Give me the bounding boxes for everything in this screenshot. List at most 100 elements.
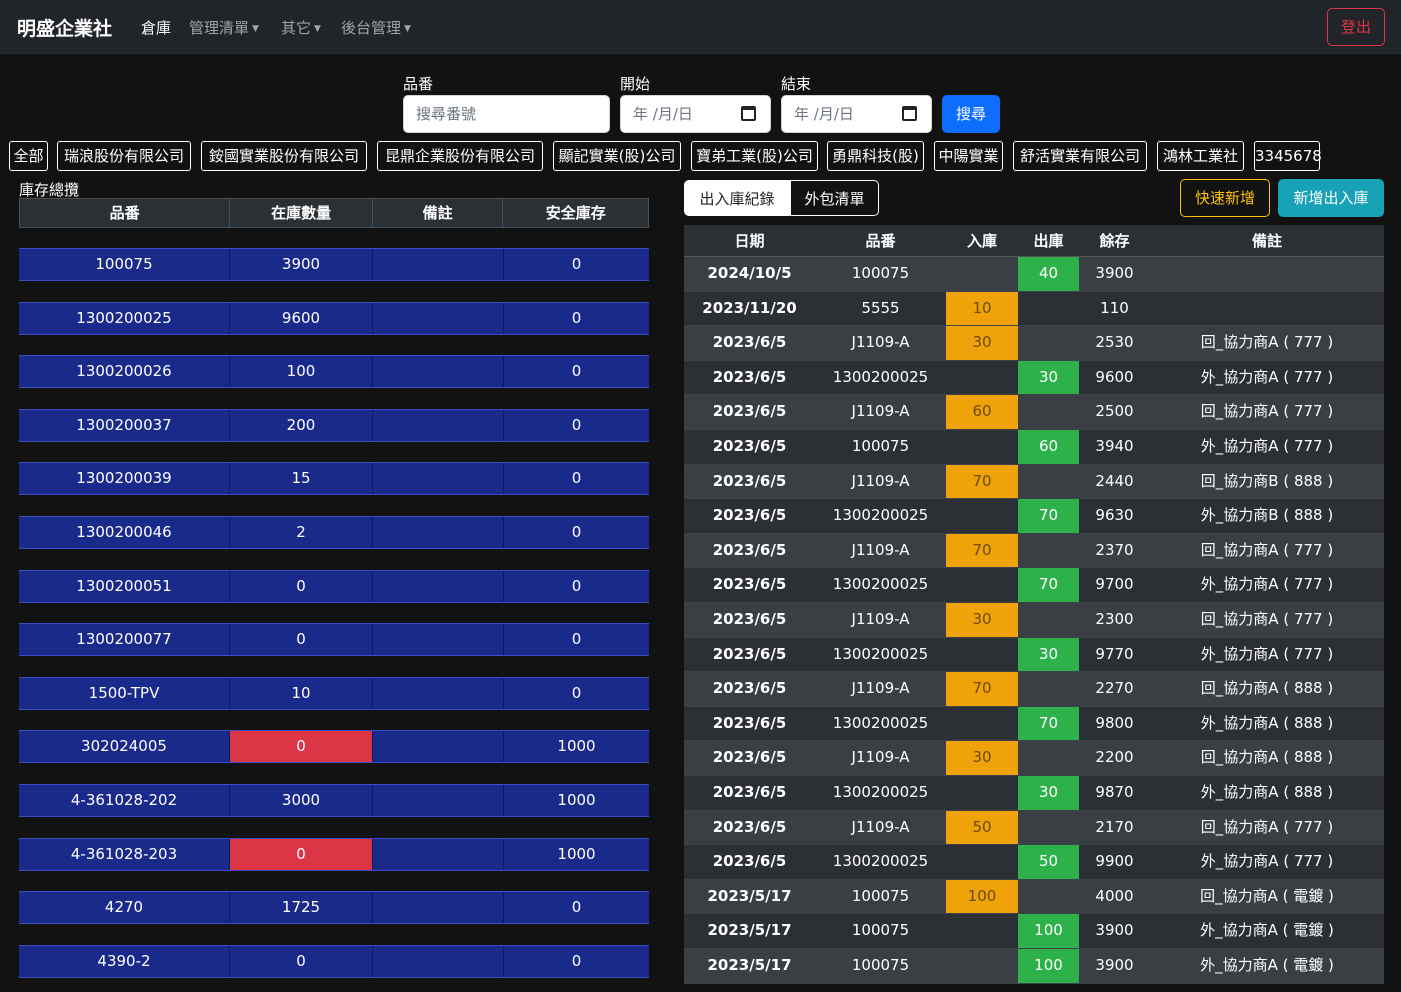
- quantity-cell: 9600: [230, 302, 373, 334]
- table-row[interactable]: 302024005 0 1000: [19, 730, 649, 764]
- table-row[interactable]: 2023/6/5 1300200025 30 9770 外_協力商A ( 777 ): [684, 637, 1384, 673]
- balance-cell: 2500: [1095, 402, 1134, 421]
- tab-io-records[interactable]: 出入庫紀錄: [684, 180, 790, 216]
- note-cell: [373, 302, 504, 334]
- company-chip[interactable]: 銨國實業股份有限公司: [201, 141, 367, 171]
- part-cell: 1300200025: [832, 713, 929, 732]
- table-row[interactable]: 2023/6/5 J1109-A 70 2440 回_協力商B ( 888 ): [684, 464, 1384, 500]
- table-row[interactable]: 2023/6/5 J1109-A 50 2170 回_協力商A ( 777 ): [684, 810, 1384, 846]
- table-row[interactable]: 1300200077 0 0: [19, 623, 649, 657]
- tab-outsourcing-list[interactable]: 外包清單: [790, 180, 879, 216]
- table-row[interactable]: 4270 1725 0: [19, 891, 649, 925]
- table-row[interactable]: 4-361028-203 0 1000: [19, 837, 649, 871]
- table-row[interactable]: 1300200051 0 0: [19, 569, 649, 603]
- table-row[interactable]: 2023/6/5 100075 60 3940 外_協力商A ( 777 ): [684, 430, 1384, 465]
- quantity-cell: 10: [230, 677, 373, 709]
- chevron-down-icon: ▼: [404, 24, 411, 34]
- nav-admin[interactable]: 後台管理 ▼: [341, 17, 411, 38]
- table-row[interactable]: 1300200025 9600 0: [19, 301, 649, 335]
- quantity-cell: 0: [230, 945, 373, 977]
- search-button[interactable]: 搜尋: [942, 95, 1000, 133]
- table-row[interactable]: 2024/10/5 100075 40 3900: [684, 257, 1384, 292]
- note-cell: 回_協力商A ( 電鍍 ): [1200, 886, 1334, 905]
- note-cell: 外_協力商A ( 電鍍 ): [1200, 956, 1334, 974]
- part-cell: J1109-A: [851, 540, 910, 559]
- company-chip[interactable]: 3345678: [1254, 141, 1322, 171]
- company-chip[interactable]: 勇鼎科技(股): [827, 141, 924, 171]
- end-date-input[interactable]: 年 /月/日: [781, 95, 932, 133]
- quantity-cell: 3000: [230, 785, 373, 816]
- table-row[interactable]: 1300200037 200 0: [19, 408, 649, 442]
- part-search-input[interactable]: 搜尋番號: [403, 95, 610, 133]
- top-navbar: 明盛企業社 倉庫 管理清單 ▼ 其它 ▼ 後台管理 ▼ 登出: [0, 0, 1401, 54]
- table-row[interactable]: 1500-TPV 10 0: [19, 676, 649, 710]
- safety-stock-cell: 0: [504, 249, 649, 280]
- quantity-cell: 100: [230, 356, 373, 388]
- part-cell: 1300200025: [832, 575, 929, 594]
- table-row[interactable]: 2023/5/17 100075 100 4000 回_協力商A ( 電鍍 ): [684, 879, 1384, 915]
- table-row[interactable]: 4390-2 0 0: [19, 944, 649, 978]
- calendar-icon[interactable]: [902, 106, 917, 121]
- quick-add-button[interactable]: 快速新增: [1180, 179, 1270, 217]
- table-row[interactable]: 1300200026 100 0: [19, 355, 649, 389]
- company-chip[interactable]: 全部: [9, 141, 48, 171]
- table-row[interactable]: 2023/6/5 1300200025 70 9700 外_協力商A ( 777 ): [684, 568, 1384, 603]
- table-row[interactable]: 2023/6/5 1300200025 30 9870 外_協力商A ( 888 ): [684, 776, 1384, 811]
- table-row[interactable]: 2023/6/5 J1109-A 30 2200 回_協力商A ( 888 ): [684, 741, 1384, 776]
- nav-warehouse[interactable]: 倉庫: [141, 17, 171, 38]
- nav-warehouse-label: 倉庫: [141, 19, 172, 37]
- in-stock-cell: 60: [946, 395, 1018, 429]
- safety-stock-cell: 0: [504, 624, 649, 656]
- table-row[interactable]: 4-361028-202 3000 1000: [19, 784, 649, 817]
- table-row[interactable]: 2023/5/17 100075 100 3900 外_協力商A ( 電鍍 ): [684, 949, 1384, 984]
- part-cell: 1300200025: [832, 644, 929, 663]
- company-chip[interactable]: 鴻林工業社: [1157, 141, 1244, 171]
- table-row[interactable]: 2023/6/5 1300200025 50 9900 外_協力商A ( 777 ): [684, 845, 1384, 880]
- logout-button[interactable]: 登出: [1327, 8, 1385, 46]
- note-cell: 外_協力商A ( 777 ): [1200, 852, 1334, 871]
- in-stock-cell: [946, 257, 1018, 291]
- company-chip[interactable]: 昆鼎企業股份有限公司: [377, 141, 543, 171]
- quantity-cell: 2: [230, 517, 373, 548]
- start-date-input[interactable]: 年 /月/日: [620, 95, 771, 133]
- column-header: 餘存: [1099, 232, 1130, 250]
- calendar-icon[interactable]: [741, 106, 756, 121]
- table-row[interactable]: 2023/6/5 J1109-A 30 2530 回_協力商A ( 777 ): [684, 326, 1384, 361]
- balance-cell: 3900: [1095, 264, 1134, 282]
- balance-cell: 2300: [1095, 610, 1134, 628]
- date-cell: 2023/6/5: [712, 437, 787, 455]
- table-row[interactable]: 2023/6/5 J1109-A 60 2500 回_協力商A ( 777 ): [684, 395, 1384, 430]
- nav-other[interactable]: 其它 ▼: [281, 17, 321, 38]
- table-row[interactable]: 1300200046 2 0: [19, 516, 649, 549]
- table-row[interactable]: 2023/6/5 1300200025 70 9800 外_協力商A ( 888 ): [684, 706, 1384, 742]
- part-cell: 4-361028-202: [19, 785, 230, 816]
- table-row[interactable]: 2023/6/5 J1109-A 70 2270 回_協力商A ( 888 ): [684, 672, 1384, 707]
- note-cell: [373, 731, 504, 763]
- company-chip[interactable]: 顯記實業(股)公司: [553, 141, 681, 171]
- out-stock-cell: 30: [1018, 360, 1079, 395]
- table-row[interactable]: 2023/11/20 5555 10 110: [684, 291, 1384, 327]
- table-row[interactable]: 2023/6/5 J1109-A 70 2370 回_協力商A ( 777 ): [684, 533, 1384, 569]
- part-cell: 100075: [851, 956, 910, 974]
- new-io-button[interactable]: 新增出入庫: [1278, 179, 1384, 217]
- out-stock-cell: [1018, 811, 1079, 845]
- company-chip[interactable]: 寶弟工業(股)公司: [691, 141, 818, 171]
- table-row[interactable]: 2023/5/17 100075 100 3900 外_協力商A ( 電鍍 ): [684, 914, 1384, 949]
- note-cell: 外_協力商A ( 888 ): [1200, 713, 1334, 732]
- column-header: 備註: [373, 199, 504, 227]
- column-header: 日期: [734, 232, 765, 250]
- table-row[interactable]: 100075 3900 0: [19, 248, 649, 281]
- date-cell: 2023/6/5: [712, 333, 787, 352]
- nav-management-list[interactable]: 管理清單 ▼: [189, 17, 259, 38]
- company-chip[interactable]: 中陽實業: [934, 141, 1003, 171]
- in-stock-cell: 30: [946, 741, 1018, 775]
- company-chip[interactable]: 舒活實業有限公司: [1013, 141, 1147, 171]
- table-row[interactable]: 2023/6/5 J1109-A 30 2300 回_協力商A ( 777 ): [684, 603, 1384, 638]
- brand-logo[interactable]: 明盛企業社: [17, 14, 112, 41]
- date-cell: 2023/6/5: [712, 644, 787, 663]
- table-row[interactable]: 2023/6/5 1300200025 70 9630 外_協力商B ( 888 ): [684, 499, 1384, 534]
- safety-stock-cell: 0: [504, 570, 649, 602]
- table-row[interactable]: 2023/6/5 1300200025 30 9600 外_協力商A ( 777 ): [684, 360, 1384, 396]
- table-row[interactable]: 1300200039 15 0: [19, 462, 649, 496]
- company-chip[interactable]: 瑞浪股份有限公司: [57, 141, 191, 171]
